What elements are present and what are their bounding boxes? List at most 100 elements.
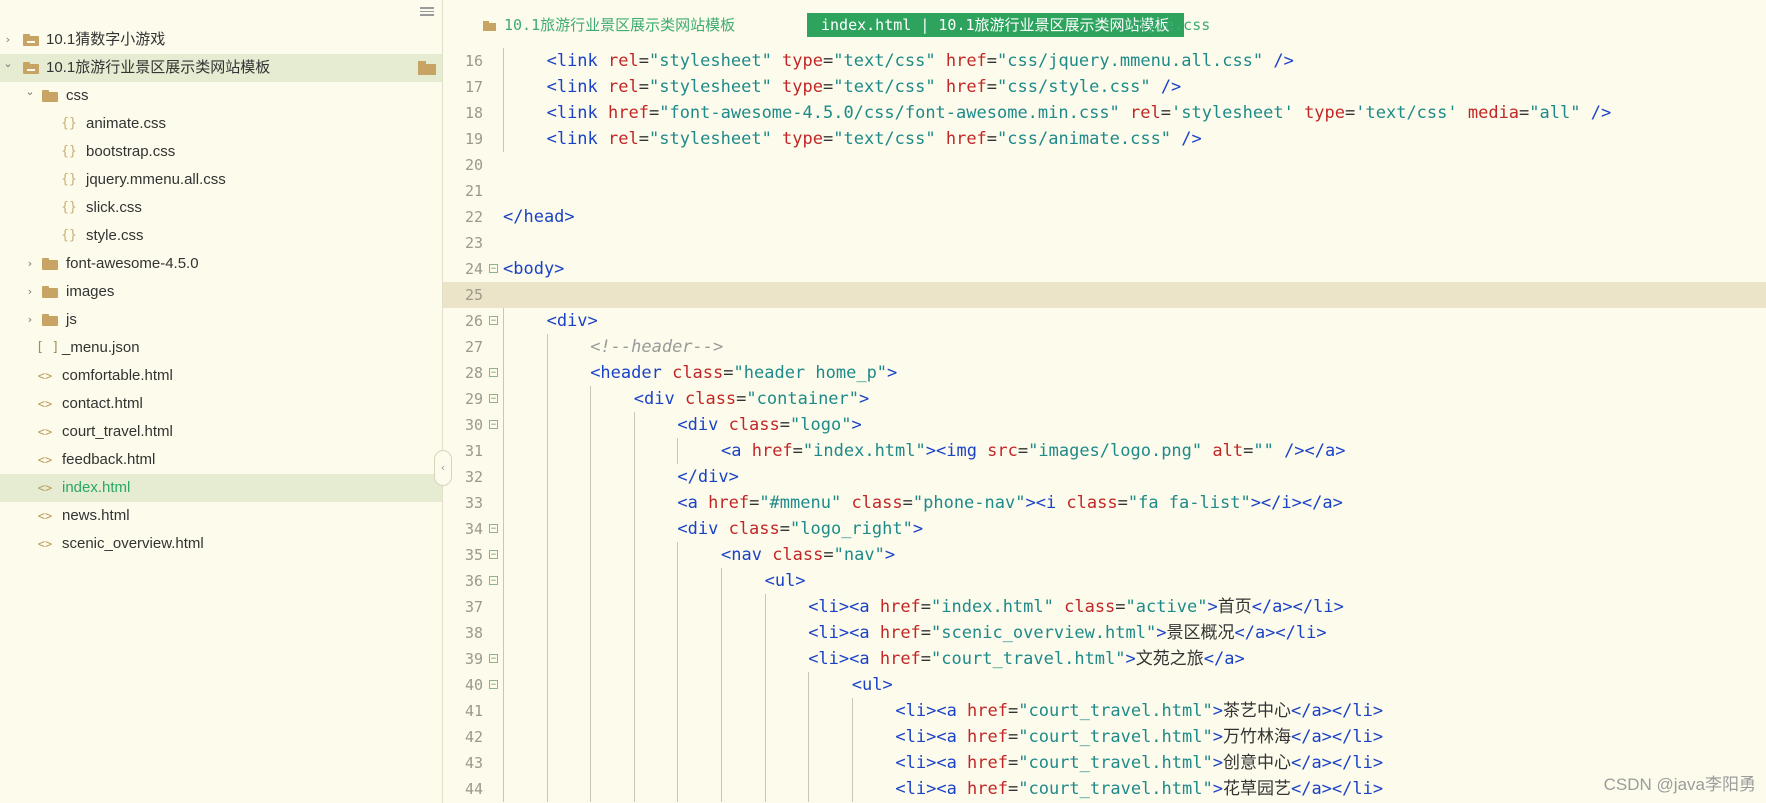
code-line[interactable]: 43 <li><a href="court_travel.html">创意中心</… [443, 750, 1766, 776]
tree-item[interactable]: {} animate.css [0, 110, 442, 138]
code-text: <li><a href="court_travel.html">创意中心</a>… [895, 750, 1383, 776]
fold-toggle-icon[interactable]: − [489, 368, 498, 378]
code-line[interactable]: 30− <div class="logo"> [443, 412, 1766, 438]
code-line[interactable]: 44 <li><a href="court_travel.html">花草园艺</… [443, 776, 1766, 802]
tree-item[interactable]: <> feedback.html [0, 446, 442, 474]
fold-toggle-icon[interactable]: − [489, 550, 498, 560]
code-line[interactable]: 31 <a href="index.html"><img src="images/… [443, 438, 1766, 464]
code-line[interactable]: 35− <nav class="nav"> [443, 542, 1766, 568]
code-line[interactable]: 22 </head> [443, 204, 1766, 230]
code-line[interactable]: 16 <link rel="stylesheet" type="text/css"… [443, 48, 1766, 74]
code-area[interactable]: 16 <link rel="stylesheet" type="text/css"… [443, 48, 1766, 802]
code-line[interactable]: 37 <li><a href="index.html" class="active… [443, 594, 1766, 620]
code-token: = [648, 103, 660, 123]
sidebar-toggle-handle[interactable]: ‹ [434, 450, 452, 486]
indent-guide [503, 750, 504, 776]
indent-guide [633, 594, 635, 620]
code-line[interactable]: 26− <div> [443, 308, 1766, 334]
code-editor[interactable]: 10.1旅游行业景区展示类网站模板 index.html | 10.1旅游行业景区… [443, 0, 1766, 803]
indent-guide [808, 698, 810, 724]
code-line[interactable]: 41 <li><a href="court_travel.html">茶艺中心</… [443, 698, 1766, 724]
tab-project[interactable]: 10.1旅游行业景区展示类网站模板 [483, 13, 735, 37]
fold-toggle-icon[interactable]: − [489, 394, 498, 404]
indent-guide [633, 724, 635, 750]
tab-style-css[interactable]: style.css [1129, 13, 1210, 37]
tree-item[interactable]: {} style.css [0, 222, 442, 250]
code-token: alt [1212, 441, 1244, 461]
indent-guide [590, 776, 592, 802]
chevron-down-icon[interactable]: ⌄ [2, 50, 14, 78]
code-line[interactable]: 38 <li><a href="scenic_overview.html">景区概… [443, 620, 1766, 646]
tree-item[interactable]: <> comfortable.html [0, 362, 442, 390]
fold-toggle-icon[interactable]: − [489, 264, 498, 274]
code-token: = [736, 389, 747, 409]
indent-guide [721, 568, 722, 594]
tree-item[interactable]: › images [0, 278, 442, 306]
tree-item[interactable]: › 10.1猜数字小游戏 [0, 26, 442, 54]
code-token: = [1017, 441, 1029, 461]
fold-toggle-icon[interactable]: − [489, 576, 498, 586]
tree-item[interactable]: ⌄ css [0, 82, 442, 110]
line-number: 43 [464, 754, 483, 772]
indent-guide [721, 724, 722, 750]
code-line[interactable]: 34− <div class="logo_right"> [443, 516, 1766, 542]
line-number: 30 [464, 416, 483, 434]
tree-item[interactable]: <> index.html [0, 474, 442, 502]
code-line[interactable]: 28− <header class="header home_p"> [443, 360, 1766, 386]
tree-item[interactable]: <> scenic_overview.html [0, 530, 442, 558]
code-line[interactable]: 32 </div> [443, 464, 1766, 490]
line-number: 21 [464, 182, 483, 200]
chevron-down-icon[interactable]: ⌄ [24, 78, 36, 106]
chevron-right-icon[interactable]: › [24, 278, 36, 306]
code-line[interactable]: 20 [443, 152, 1766, 178]
tree-item[interactable]: {} jquery.mmenu.all.css [0, 166, 442, 194]
tree-item-label: css [66, 87, 89, 104]
code-line[interactable]: 27 <!--header--> [443, 334, 1766, 360]
code-token: 创意中心 [1222, 753, 1291, 773]
indent-guide [721, 620, 722, 646]
code-line[interactable]: 23 [443, 230, 1766, 256]
indent-guide [851, 750, 853, 776]
tree-item[interactable]: [ ] _menu.json [0, 334, 442, 362]
code-line[interactable]: 39− <li><a href="court_travel.html">文苑之旅<… [443, 646, 1766, 672]
tree-item[interactable]: ⌄ 10.1旅游行业景区展示类网站模板 [0, 54, 442, 82]
code-line[interactable]: 19 <link rel="stylesheet" type="text/css"… [443, 126, 1766, 152]
tree-item[interactable]: › font-awesome-4.5.0 [0, 250, 442, 278]
fold-toggle-icon[interactable]: − [489, 316, 498, 326]
code-token: class [684, 389, 737, 409]
code-token: = [986, 77, 998, 97]
tree-item[interactable]: <> news.html [0, 502, 442, 530]
code-token: </a></li> [1290, 753, 1384, 773]
code-line[interactable]: 24− <body> [443, 256, 1766, 282]
code-line[interactable]: 25 [443, 282, 1766, 308]
tree-item[interactable]: {} slick.css [0, 194, 442, 222]
code-line[interactable]: 17 <link rel="stylesheet" type="text/css"… [443, 74, 1766, 100]
menu-icon[interactable] [420, 5, 434, 17]
code-line[interactable]: 33 <a href="#mmenu" class="phone-nav"><i … [443, 490, 1766, 516]
code-token: <a [677, 493, 709, 513]
code-line[interactable]: 40− <ul> [443, 672, 1766, 698]
fold-toggle-icon[interactable]: − [489, 680, 498, 690]
tree-item[interactable]: <> contact.html [0, 390, 442, 418]
chevron-right-icon[interactable]: › [24, 250, 36, 278]
code-line[interactable]: 29− <div class="container"> [443, 386, 1766, 412]
chevron-right-icon[interactable]: › [24, 306, 36, 334]
fold-toggle-icon[interactable]: − [489, 420, 498, 430]
indent-guide [546, 698, 548, 724]
code-line[interactable]: 21 [443, 178, 1766, 204]
code-line[interactable]: 42 <li><a href="court_travel.html">万竹林海</… [443, 724, 1766, 750]
tree-item-label: slick.css [86, 199, 142, 216]
fold-toggle-icon[interactable]: − [489, 524, 498, 534]
tree-item[interactable]: <> court_travel.html [0, 418, 442, 446]
indent-guide [590, 698, 592, 724]
code-line[interactable]: 36− <ul> [443, 568, 1766, 594]
indent-guide [546, 542, 548, 568]
tree-item-label: js [66, 311, 77, 328]
tree-item[interactable]: › js [0, 306, 442, 334]
code-line[interactable]: 18 <link href="font-awesome-4.5.0/css/fon… [443, 100, 1766, 126]
indent-guide [677, 568, 679, 594]
tree-item-label: bootstrap.css [86, 143, 176, 160]
fold-toggle-icon[interactable]: − [489, 654, 498, 664]
tab-index-html[interactable]: index.html | 10.1旅游行业景区展示类网站模板 [807, 13, 1184, 37]
tree-item[interactable]: {} bootstrap.css [0, 138, 442, 166]
